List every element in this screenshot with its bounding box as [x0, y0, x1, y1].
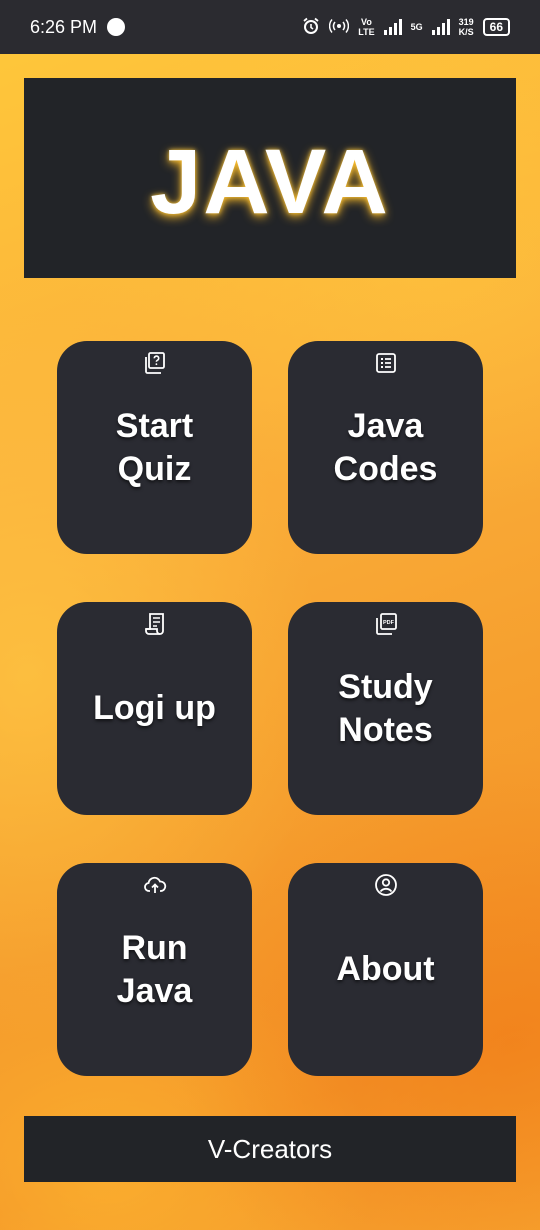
- java-codes-label: Java Codes: [333, 406, 438, 488]
- network-speed-value: 319: [458, 17, 474, 27]
- account-icon: [374, 873, 398, 897]
- study-notes-button[interactable]: PDF Study Notes: [288, 602, 483, 815]
- run-java-label: Run Java: [116, 928, 193, 1010]
- volte-indicator: Vo LTE: [358, 17, 374, 37]
- battery-level: 66: [489, 20, 503, 34]
- hotspot-icon: [329, 18, 350, 37]
- signal-2-icon: [431, 19, 450, 35]
- start-quiz-button[interactable]: Start Quiz: [57, 341, 252, 554]
- pdf-icon: PDF: [374, 612, 398, 636]
- notification-dot-icon: [107, 18, 126, 36]
- status-right: Vo LTE 5G 319 K/S 66: [302, 17, 510, 38]
- footer-bar: V-Creators: [24, 1116, 516, 1182]
- status-time: 6:26 PM: [30, 16, 98, 37]
- header-banner: JAVA: [24, 78, 516, 278]
- footer-credit: V-Creators: [207, 1133, 333, 1164]
- status-left: 6:26 PM: [30, 16, 126, 38]
- network-5g-indicator: 5G: [411, 22, 423, 32]
- app-title: JAVA: [150, 130, 390, 233]
- alarm-icon: [302, 17, 320, 38]
- network-speed-unit: K/S: [458, 27, 474, 37]
- logi-up-button[interactable]: Logi up: [57, 602, 252, 815]
- network-5g-label: 5G: [410, 22, 423, 32]
- quiz-icon: [143, 351, 167, 375]
- svg-text:PDF: PDF: [383, 620, 395, 626]
- java-codes-button[interactable]: Java Codes: [288, 341, 483, 554]
- study-notes-label: Study Notes: [338, 667, 433, 749]
- cloud-upload-icon: [143, 873, 167, 897]
- status-bar: 6:26 PM Vo LTE 5G 319 K/S 66: [0, 0, 540, 54]
- receipt-icon: [143, 612, 167, 636]
- network-speed: 319 K/S: [459, 17, 474, 37]
- signal-1-icon: [383, 19, 402, 35]
- list-icon: [374, 351, 398, 375]
- about-label: About: [336, 950, 435, 988]
- start-quiz-label: Start Quiz: [115, 406, 194, 488]
- volte-bottom: LTE: [358, 27, 375, 37]
- volte-top: Vo: [361, 17, 372, 27]
- about-button[interactable]: About: [288, 863, 483, 1076]
- battery-icon: 66: [482, 18, 510, 36]
- run-java-button[interactable]: Run Java: [57, 863, 252, 1076]
- logi-up-label: Logi up: [93, 689, 216, 727]
